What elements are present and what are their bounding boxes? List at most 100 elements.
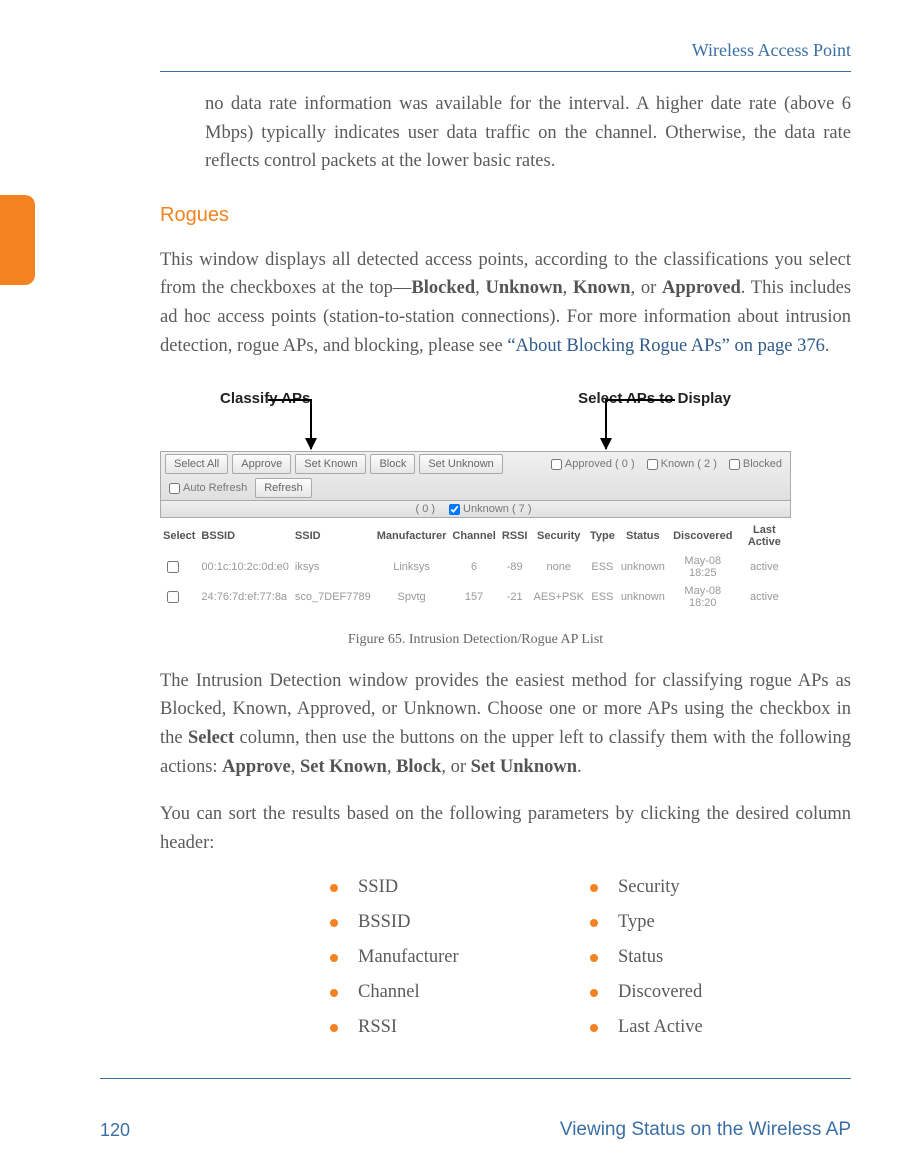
header-rule [160,71,851,72]
bold-unknown: Unknown [485,278,562,298]
figure-65: Classify APs Select APs to Display Selec… [160,390,791,648]
bold-approved: Approved [662,278,741,298]
known-checkbox[interactable] [647,459,658,470]
col-manufacturer[interactable]: Manufacturer [374,520,450,552]
cell-last-active: active [738,552,791,582]
cell-status: unknown [618,582,668,612]
cell-manufacturer: Spvtg [374,582,450,612]
bullet-icon [590,1024,598,1032]
header-title: Wireless Access Point [50,40,851,61]
list-item: Last Active [590,1017,810,1038]
bold-known: Known [573,278,631,298]
bold-select: Select [188,728,234,748]
param-label: RSSI [358,1017,397,1038]
bullet-icon [330,919,338,927]
bullet-icon [330,989,338,997]
table-row: 00:1c:10:2c:0d:e0 iksys Linksys 6 -89 no… [160,552,791,582]
paragraph-2: The Intrusion Detection window provides … [160,667,851,782]
list-item: Status [590,947,810,968]
col-discovered[interactable]: Discovered [668,520,738,552]
blocked-filter[interactable]: Blocked [725,458,786,470]
bullet-icon [590,954,598,962]
cell-ssid: iksys [292,552,374,582]
col-ssid[interactable]: SSID [292,520,374,552]
cell-bssid: 24:76:7d:ef:77:8a [198,582,291,612]
cell-rssi: -21 [499,582,531,612]
cell-rssi: -89 [499,552,531,582]
intro-paragraph: no data rate information was available f… [205,90,851,176]
unknown-filter[interactable]: Unknown ( 7 ) [445,503,535,515]
col-security[interactable]: Security [531,520,587,552]
bold-block: Block [396,757,441,777]
cell-security: AES+PSK [531,582,587,612]
toolbar: Select All Approve Set Known Block Set U… [160,451,791,501]
bold-blocked: Blocked [411,278,475,298]
cell-last-active: active [738,582,791,612]
auto-refresh-checkbox[interactable] [169,483,180,494]
unknown-label: Unknown ( 7 ) [463,503,531,515]
param-label: SSID [358,877,398,898]
col-rssi[interactable]: RSSI [499,520,531,552]
param-label: Status [618,947,663,968]
list-item: RSSI [330,1017,550,1038]
set-unknown-button[interactable]: Set Unknown [419,454,502,474]
unknown-checkbox[interactable] [449,504,460,515]
list-item: Discovered [590,982,810,1003]
cell-discovered: May-08 18:25 [668,552,738,582]
cell-ssid: sco_7DEF7789 [292,582,374,612]
cell-channel: 157 [449,582,498,612]
param-label: Type [618,912,655,933]
col-type[interactable]: Type [587,520,618,552]
auto-refresh-toggle[interactable]: Auto Refresh [165,482,251,494]
list-item: Security [590,877,810,898]
col-select[interactable]: Select [160,520,198,552]
bullet-icon [590,989,598,997]
param-label: Last Active [618,1017,703,1038]
bullet-icon [330,954,338,962]
arrow-left-icon [310,399,312,449]
param-label: Channel [358,982,420,1003]
bold-set-known: Set Known [300,757,387,777]
refresh-button[interactable]: Refresh [255,478,312,498]
callout-connector-left [268,399,310,401]
bullet-icon [590,884,598,892]
bullet-icon [330,884,338,892]
cell-manufacturer: Linksys [374,552,450,582]
cell-security: none [531,552,587,582]
known-label: Known ( 2 ) [661,458,717,470]
known-filter[interactable]: Known ( 2 ) [643,458,721,470]
link-blocking-rogue[interactable]: “About Blocking Rogue APs” on page 376 [507,336,825,356]
col-bssid[interactable]: BSSID [198,520,291,552]
approve-button[interactable]: Approve [232,454,291,474]
toolbar-row2: ( 0 ) Unknown ( 7 ) [160,501,791,518]
rogues-paragraph: This window displays all detected access… [160,246,851,361]
cell-channel: 6 [449,552,498,582]
footer: 120 Viewing Status on the Wireless AP [100,1119,851,1141]
cell-discovered: May-08 18:20 [668,582,738,612]
auto-refresh-label: Auto Refresh [183,482,247,494]
rogue-ap-table: Select BSSID SSID Manufacturer Channel R… [160,520,791,612]
approved-checkbox[interactable] [551,459,562,470]
param-label: BSSID [358,912,410,933]
set-known-button[interactable]: Set Known [295,454,366,474]
col-last-active[interactable]: Last Active [738,520,791,552]
table-row: 24:76:7d:ef:77:8a sco_7DEF7789 Spvtg 157… [160,582,791,612]
cell-type: ESS [587,582,618,612]
blocked-checkbox[interactable] [729,459,740,470]
approved-filter[interactable]: Approved ( 0 ) [547,458,639,470]
side-tab [0,195,35,285]
block-button[interactable]: Block [370,454,415,474]
param-label: Security [618,877,680,898]
cell-status: unknown [618,552,668,582]
col-channel[interactable]: Channel [449,520,498,552]
p2-end: . [577,757,582,777]
list-item: BSSID [330,912,550,933]
paragraph-3: You can sort the results based on the fo… [160,800,851,857]
select-all-button[interactable]: Select All [165,454,228,474]
figure-caption: Figure 65. Intrusion Detection/Rogue AP … [160,632,791,648]
row-select-checkbox[interactable] [167,591,179,603]
bold-approve: Approve [222,757,291,777]
footer-text: Viewing Status on the Wireless AP [560,1119,851,1141]
row-select-checkbox[interactable] [167,561,179,573]
col-status[interactable]: Status [618,520,668,552]
